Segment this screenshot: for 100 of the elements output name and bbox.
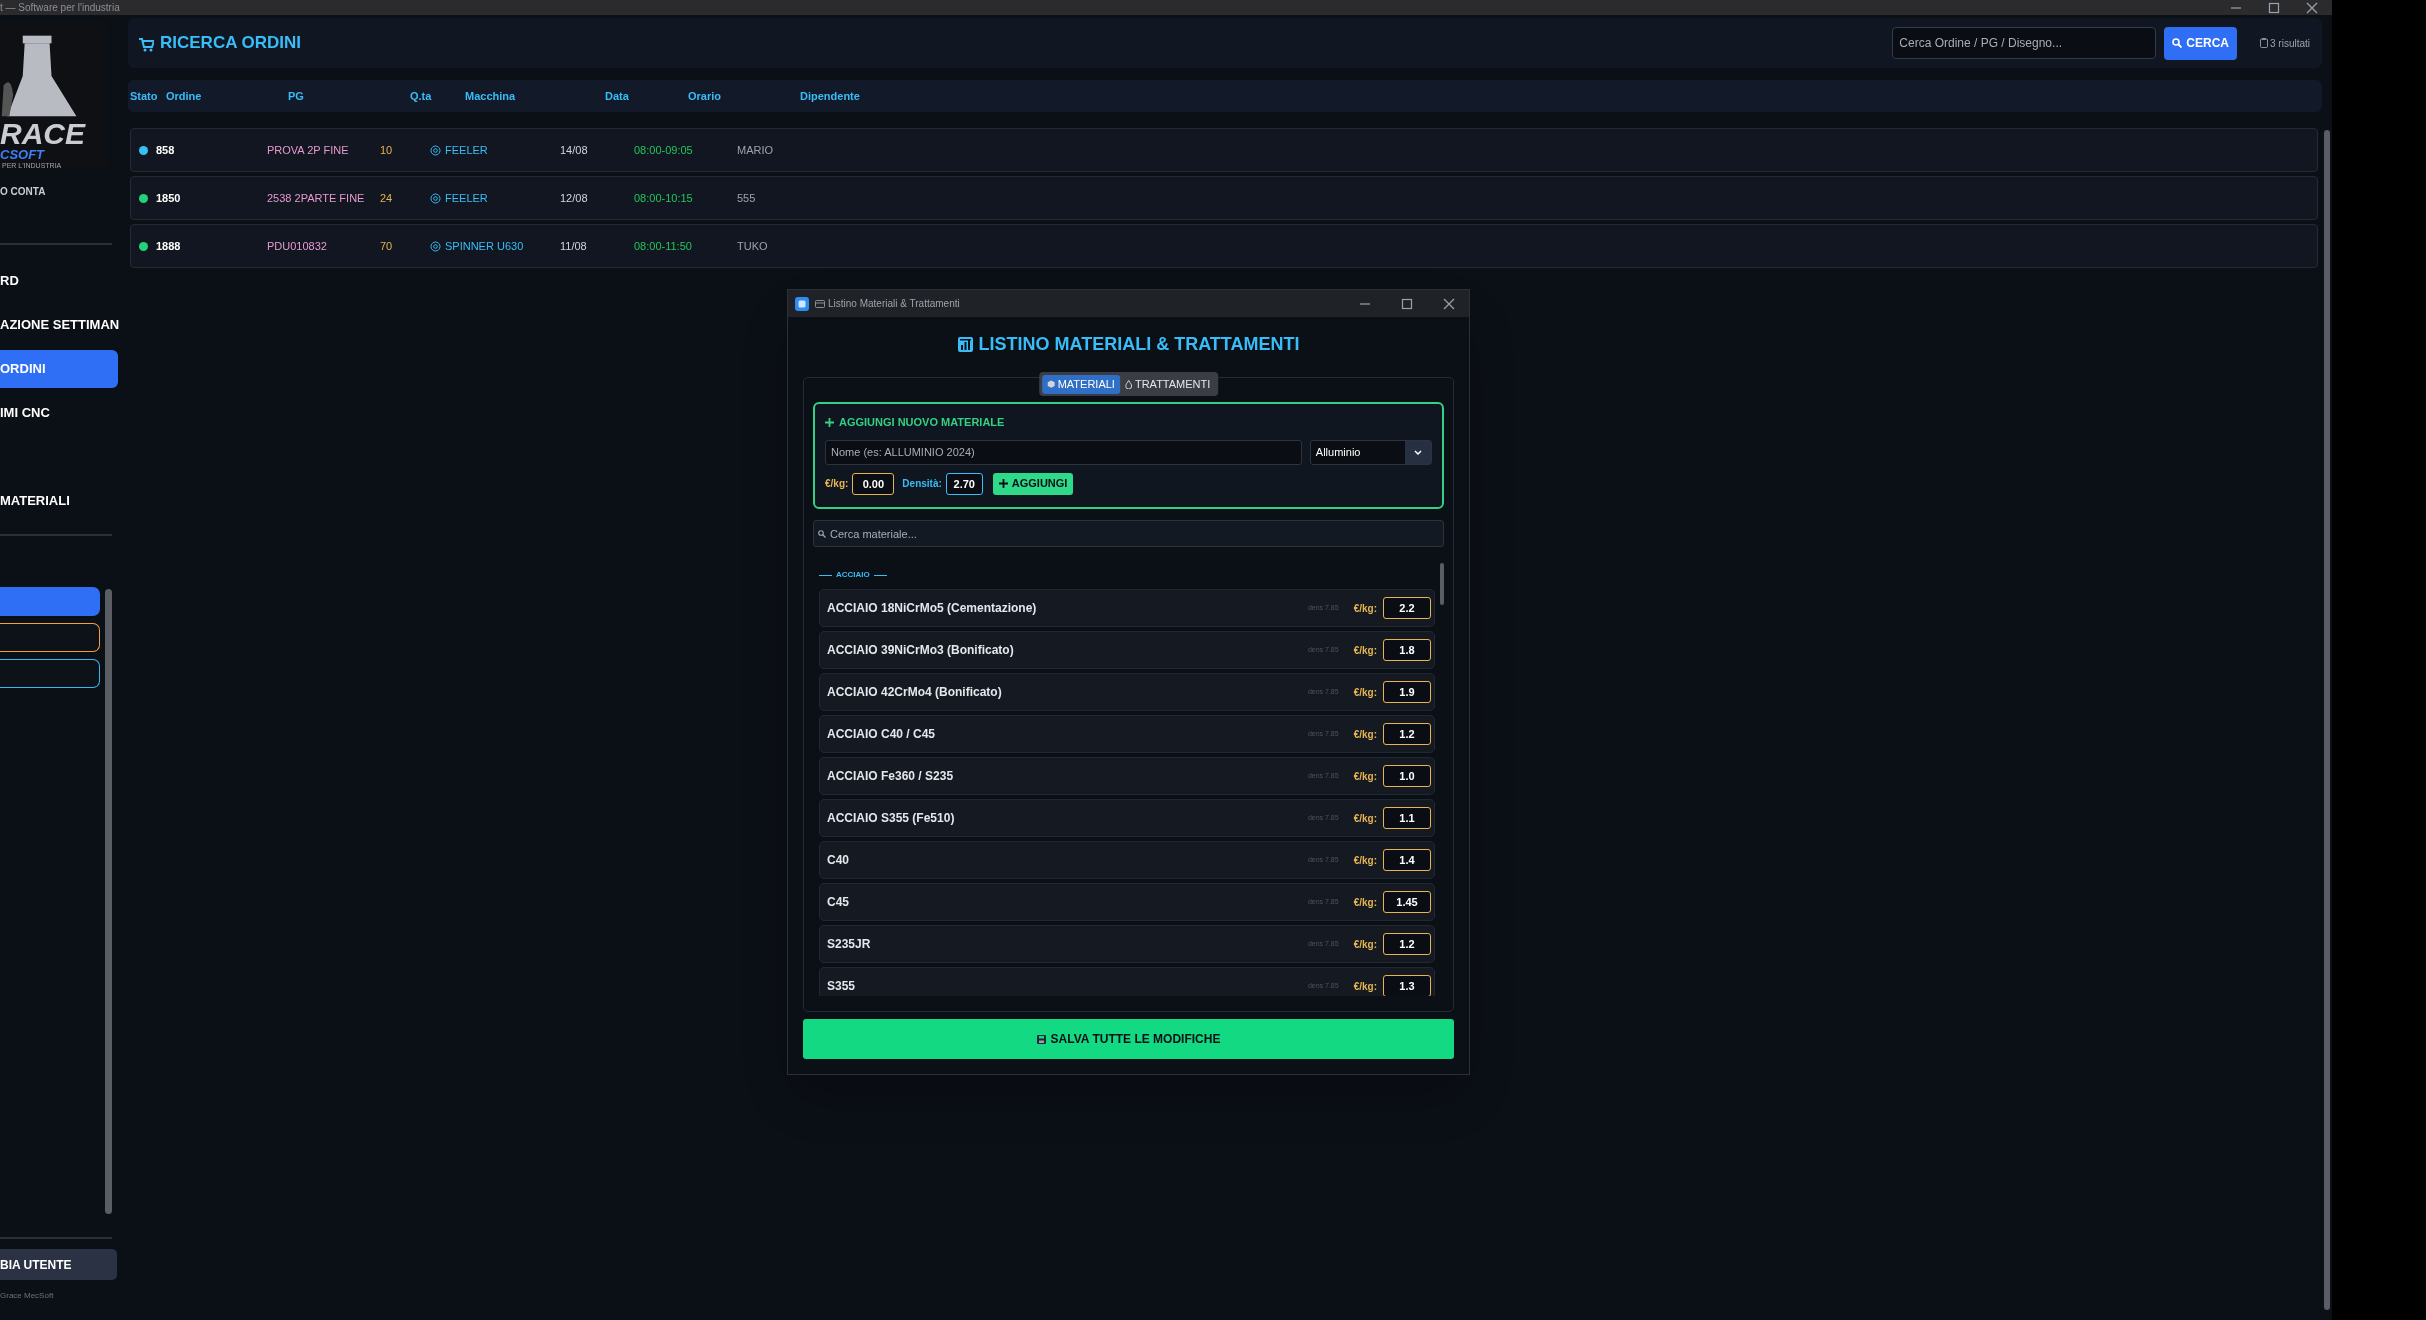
maximize-icon[interactable]: [1401, 297, 1413, 310]
field-label: €/kg:: [1353, 727, 1377, 742]
scrollbar[interactable]: [1440, 563, 1444, 605]
price-field[interactable]: 1.4: [1383, 849, 1431, 871]
field-label: €/kg:: [1353, 769, 1377, 784]
field-label: €/kg:: [1353, 979, 1377, 994]
table-cell-text: PROVA 2P FINE: [267, 142, 350, 158]
table-cell-text: 08:00-09:05: [634, 142, 694, 158]
table-cell-text: 2538 2PARTE FINE: [267, 190, 366, 206]
search-field[interactable]: Cerca materiale...: [813, 520, 1444, 547]
cube-icon: [1046, 380, 1055, 388]
price-field[interactable]: 1.1: [1383, 807, 1431, 829]
table-row[interactable]: 1850 2538 2PARTE FINE 24 FEELER 12/08 08:00-10:15 555: [130, 176, 2318, 220]
tab[interactable]: TRATTAMENTI: [1119, 374, 1216, 394]
column-header[interactable]: Stato: [130, 87, 166, 105]
table-cell-text: PDU010832: [267, 238, 328, 254]
dialog-title: Listino Materiali & Trattamenti: [828, 297, 960, 311]
drop-icon: [1124, 379, 1132, 389]
gear-icon: [430, 240, 441, 252]
column-header[interactable]: Ordine: [166, 87, 288, 105]
maximize-icon[interactable]: [2268, 1, 2280, 14]
order-number: 1850: [156, 190, 182, 206]
column-header[interactable]: Data: [605, 87, 688, 105]
field-label: €/kg:: [1353, 685, 1377, 700]
chart-icon: [957, 337, 973, 352]
table-cell-text: 10: [380, 142, 394, 158]
column-header[interactable]: Dipendente: [800, 87, 1000, 105]
field-label: €/kg:: [825, 477, 849, 491]
price-field[interactable]: 1.0: [1383, 765, 1431, 787]
plus-icon: [998, 479, 1008, 488]
material-name: ACCIAIO C40 / C45: [827, 726, 937, 743]
sidebar-item[interactable]: IMI CNC: [0, 394, 118, 432]
name-field[interactable]: Nome (es: ALLUMINIO 2024): [825, 439, 1302, 465]
field-label: €/kg:: [1353, 601, 1377, 616]
scrollbar[interactable]: [105, 589, 112, 1214]
search-button[interactable]: CERCA: [2164, 26, 2237, 60]
field-label: €/kg:: [1353, 937, 1377, 952]
cart-icon: [138, 36, 154, 52]
category-dropdown[interactable]: Alluminio: [1309, 439, 1432, 465]
price-field[interactable]: 1.9: [1383, 681, 1431, 703]
tab[interactable]: MATERIALI: [1041, 374, 1120, 394]
add-button[interactable]: AGGIUNGI: [992, 472, 1074, 495]
order-number: 858: [156, 142, 176, 158]
sidebar-item[interactable]: ORDINI: [0, 350, 118, 388]
table-cell-text: 12/08: [560, 190, 589, 206]
price-field[interactable]: 0.00: [852, 472, 895, 495]
sidebar-button[interactable]: [0, 623, 100, 652]
material-name: ACCIAIO 39NiCrMo3 (Bonificato): [827, 642, 1015, 659]
material-name: S355: [827, 978, 857, 995]
search-icon: [818, 530, 826, 538]
density-field[interactable]: 2.70: [945, 472, 983, 495]
column-header[interactable]: PG: [288, 87, 410, 105]
user-label: O CONTA: [0, 185, 47, 199]
table-row[interactable]: 1888 PDU010832 70 SPINNER U630 11/08 08:00-11:50 TUKO: [130, 224, 2318, 268]
field-label: €/kg:: [1353, 811, 1377, 826]
plus-icon: [825, 417, 834, 427]
table-cell-text: 24: [380, 190, 394, 206]
clipboard-icon: [2260, 38, 2268, 48]
price-field[interactable]: 1.3: [1383, 975, 1431, 996]
table-cell-text: FEELER: [445, 142, 488, 158]
window-title: t — Software per l'industria: [0, 2, 120, 13]
page-title: RICERCA ORDINI: [160, 32, 302, 55]
table-cell-text: 14/08: [560, 142, 589, 158]
price-field[interactable]: 1.2: [1383, 723, 1431, 745]
change-user-button[interactable]: BIA UTENTE: [0, 1249, 117, 1280]
chevron-down-icon: [1414, 449, 1422, 455]
table-row[interactable]: 858 PROVA 2P FINE 10 FEELER 14/08 08:00-09:05 MARIO: [130, 128, 2318, 172]
sidebar-item[interactable]: MATERIALI: [0, 482, 118, 520]
result-count: 3 risultati: [2270, 36, 2310, 51]
group-label: ACCIAIO: [836, 569, 870, 581]
table-cell-text: 11/08: [560, 238, 588, 254]
column-header[interactable]: Macchina: [465, 87, 605, 105]
table-cell-text: FEELER: [445, 190, 488, 206]
close-icon[interactable]: [2306, 1, 2318, 14]
material-name: C40: [827, 852, 850, 869]
price-field[interactable]: 1.8: [1383, 639, 1431, 661]
scrollbar[interactable]: [2324, 130, 2330, 1310]
material-name: ACCIAIO Fe360 / S235: [827, 768, 955, 785]
logo-subtext: CSOFT: [0, 148, 45, 162]
price-field[interactable]: 2.2: [1383, 597, 1431, 619]
price-field[interactable]: 1.45: [1383, 891, 1431, 913]
column-header[interactable]: Q.ta: [410, 87, 465, 105]
price-field[interactable]: 1.2: [1383, 933, 1431, 955]
save-button[interactable]: SALVA TUTTE LE MODIFICHE: [803, 1019, 1454, 1059]
material-name: ACCIAIO S355 (Fe510): [827, 810, 956, 827]
sidebar-button[interactable]: [0, 659, 100, 688]
table-cell-text: 08:00-11:50: [634, 238, 693, 254]
app-icon: [795, 296, 809, 311]
sidebar-item[interactable]: AZIONE SETTIMAN: [0, 306, 118, 344]
table-cell-text: 555: [737, 190, 756, 206]
search-field[interactable]: Cerca Ordine / PG / Disegno...: [1892, 27, 2157, 59]
material-name: ACCIAIO 18NiCrMo5 (Cementazione): [827, 600, 1038, 617]
material-name: C45: [827, 894, 850, 911]
column-header[interactable]: Orario: [688, 87, 800, 105]
gear-icon: [430, 144, 441, 156]
close-icon[interactable]: [1443, 297, 1455, 310]
field-label: €/kg:: [1353, 643, 1377, 658]
field-label: Densità:: [902, 477, 942, 491]
material-name: ACCIAIO 42CrMo4 (Bonificato): [827, 684, 1003, 701]
sidebar-item[interactable]: RD: [0, 262, 118, 300]
